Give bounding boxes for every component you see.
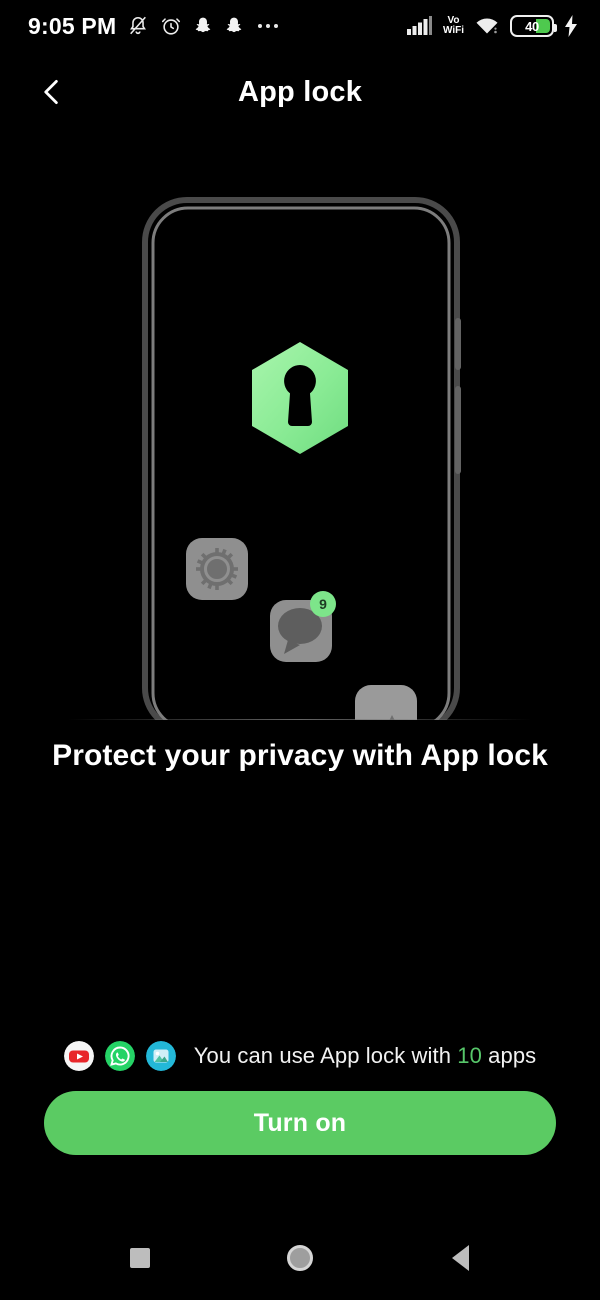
badge-count: 9: [310, 591, 336, 617]
wifi-icon: [476, 18, 498, 34]
headline: Protect your privacy with App lock: [52, 739, 548, 772]
snapchat-icon: [227, 17, 242, 33]
nav-recents-button[interactable]: [107, 1225, 173, 1291]
android-nav-bar: [0, 1215, 600, 1300]
settings-gear-icon: [186, 538, 248, 600]
nav-back-button[interactable]: [427, 1225, 493, 1291]
volte-wifi-icon: Vo WiFi: [442, 15, 464, 36]
phone-volume-button: [455, 318, 461, 370]
gallery-icon: [145, 1041, 176, 1071]
gallery-icon: [355, 685, 417, 720]
snapchat-icon: [196, 17, 211, 33]
footer-info-row: You can use App lock with 10 apps: [0, 1038, 600, 1074]
supported-apps-count: 10: [457, 1043, 482, 1068]
app-header: App lock: [0, 52, 600, 132]
circle-icon: [287, 1244, 313, 1271]
back-button[interactable]: [30, 70, 74, 114]
phone-mockup-graphic: 9: [142, 197, 461, 720]
badge-count-label: 9: [319, 596, 327, 612]
turn-on-button[interactable]: Turn on: [44, 1091, 556, 1155]
phone-power-button: [455, 386, 461, 474]
triangle-left-icon: [451, 1244, 469, 1271]
page-title: App lock: [237, 75, 363, 108]
overflow-dots-icon: [258, 24, 279, 28]
youtube-icon: [63, 1041, 94, 1071]
battery-icon: 40: [510, 15, 557, 37]
alarm-clock-icon: [162, 18, 181, 35]
supported-app-icons: [63, 1041, 176, 1071]
signal-bars-icon: [406, 16, 432, 35]
chevron-left-icon: [44, 80, 58, 104]
app-lock-illustration: 9: [0, 190, 600, 720]
square-icon: [130, 1247, 150, 1268]
status-time: 9:05 PM: [28, 12, 117, 39]
bell-muted-icon: [130, 16, 147, 35]
whatsapp-icon: [104, 1041, 135, 1071]
nav-home-button[interactable]: [267, 1225, 333, 1291]
app-lock-screen: 9:05 PM Vo WiFi 40 App lock 9 Protect yo…: [0, 0, 600, 1300]
status-bar-left: 9:05 PM: [28, 12, 279, 40]
supported-apps-text: You can use App lock with 10 apps: [194, 1043, 537, 1069]
supported-apps-text-after: apps: [488, 1043, 537, 1068]
battery-level: 40: [525, 18, 539, 34]
charging-bolt-icon: [565, 15, 577, 37]
supported-apps-text-before: You can use App lock with: [193, 1043, 452, 1068]
status-bar: 9:05 PM Vo WiFi 40: [0, 0, 600, 52]
status-bar-right: Vo WiFi 40: [406, 15, 578, 37]
